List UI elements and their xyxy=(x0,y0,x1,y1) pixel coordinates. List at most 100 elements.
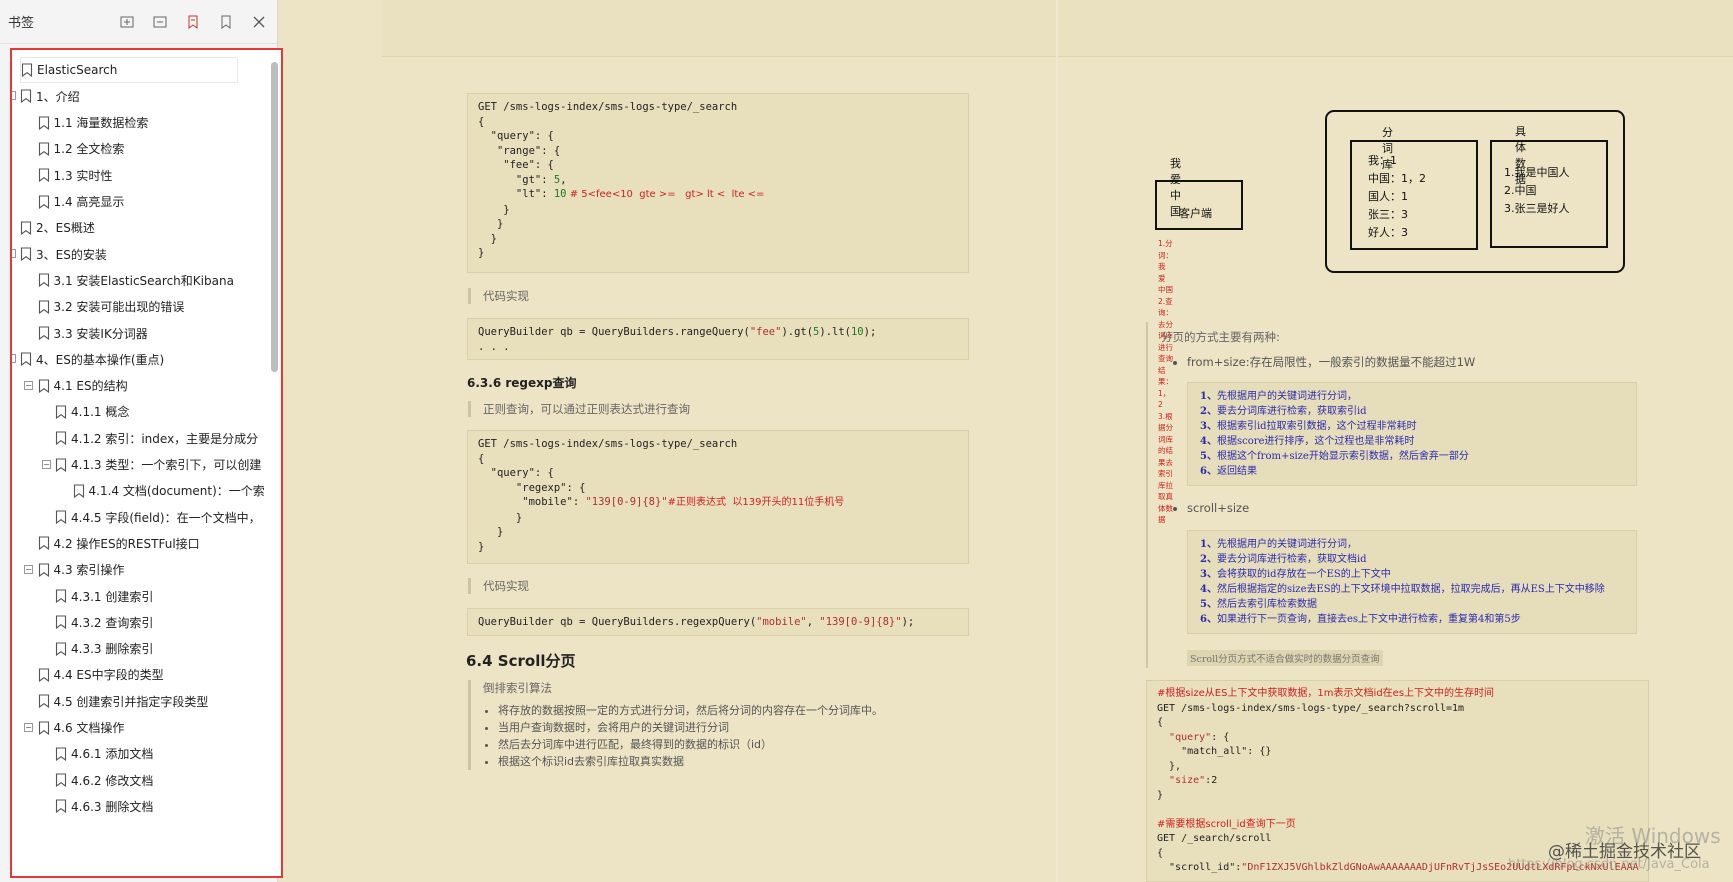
diagram-note-line: 结果：1，2 xyxy=(1158,365,1173,410)
list-item: 将存放的数据按照一定的方式进行分词，然后将分词的内容存在一个分词库中。 xyxy=(498,702,988,719)
bookmark-item[interactable]: 4、ES的基本操作(重点) xyxy=(20,346,164,372)
bookmark-item[interactable]: 3.2 安装可能出现的错误 xyxy=(38,294,184,320)
bookmark-item[interactable]: 4.6.3 删除文档 xyxy=(55,793,153,819)
bookmark-icon xyxy=(55,799,67,814)
bookmark-icon xyxy=(55,642,67,656)
bookmark-icon xyxy=(55,773,67,788)
step-line: 1、先根据用户的关键词进行分词， xyxy=(1200,389,1626,404)
step-number: 6、 xyxy=(1200,614,1217,625)
bookmark-scrollbar-thumb[interactable] xyxy=(271,62,278,372)
tree-expander-icon[interactable] xyxy=(12,249,16,259)
code-string: "139[0-9]{8}" xyxy=(819,616,902,628)
heading-scroll-paging: 6.4 Scroll分页 xyxy=(466,652,576,670)
bookmark-item[interactable]: 4.6 文档操作 xyxy=(38,715,124,741)
code-comment: #根据size从ES上下文中获取数据，1m表示文档id在es上下文中的生存时间 xyxy=(1157,688,1495,699)
bookmark-item[interactable]: 4.4 ES中字段的类型 xyxy=(38,662,164,688)
scroll-size-item: scroll+size xyxy=(1172,500,1249,517)
code-text: { "scroll_id": xyxy=(1157,847,1242,874)
tree-expander-icon[interactable]: − xyxy=(24,564,33,574)
bookmark-icon xyxy=(38,668,50,682)
bookmark-item[interactable]: 4.4.5 字段(field)：在一个文档中， xyxy=(55,504,261,530)
bookmark-item[interactable]: 1.3 实时性 xyxy=(38,162,112,188)
bookmark-item[interactable]: 4.5 创建索引并指定字段类型 xyxy=(38,688,208,714)
code-text: ); xyxy=(901,616,915,628)
tree-expander-icon[interactable]: − xyxy=(42,459,51,469)
bookmark-icon xyxy=(20,221,32,235)
step-line: 6、如果进行下一页查询，直接去es上下文中进行检索，重复第4和第5步 xyxy=(1200,612,1626,627)
bookmark-label: 4.3.2 查询索引 xyxy=(71,615,154,630)
quote-code-impl-2: 代码实现 xyxy=(468,578,529,594)
bookmark-item[interactable]: 4.3.3 删除索引 xyxy=(55,636,153,662)
bookmark-label: 3.1 安装ElasticSearch和Kibana xyxy=(53,273,234,288)
code-string: "mobile" xyxy=(756,616,807,628)
bookmark-item[interactable]: 2、ES概述 xyxy=(20,215,95,241)
step-number: 4、 xyxy=(1200,584,1217,595)
close-icon[interactable] xyxy=(249,12,269,32)
code-text: ).gt( xyxy=(781,326,814,338)
diagram-steps-note: 1.分词：我 爱 中国 2.查询：去分词库进行查询 结果：1，2 3.根据分词库… xyxy=(1158,238,1173,526)
bookmark-item[interactable]: 4.2 操作ES的RESTFul接口 xyxy=(38,530,200,556)
diagram-data-line: 2.中国 xyxy=(1504,184,1537,197)
bookmark-item[interactable]: 4.1.4 文档(document)：一个索 xyxy=(73,478,265,504)
bookmark-item[interactable]: 4.6.2 修改文档 xyxy=(55,767,153,793)
code-text: GET /sms-logs-index/sms-logs-type/_searc… xyxy=(1157,702,1465,714)
inverted-index-list: 将存放的数据按照一定的方式进行分词，然后将分词的内容存在一个分词库中。 当用户查… xyxy=(483,702,988,770)
code-text: QueryBuilder qb = QueryBuilders.regexpQu… xyxy=(478,616,757,628)
step-text: 要去分词库进行检索，获取索引id xyxy=(1216,406,1367,417)
step-number: 1、 xyxy=(1200,391,1217,402)
step-line: 2、要去分词库进行检索，获取文档id xyxy=(1200,552,1626,567)
expand-all-icon[interactable] xyxy=(117,12,137,32)
diagram-dict-box: 我：1 中国：1，2 国人：1 张三：3 好人：3 xyxy=(1350,140,1478,250)
bookmark-panel-title: 书签 xyxy=(8,16,35,31)
bookmark-icon xyxy=(73,484,85,498)
code-block-range: GET /sms-logs-index/sms-logs-type/_searc… xyxy=(467,93,969,273)
bookmark-label: 4.1 ES的结构 xyxy=(53,379,128,394)
step-number: 2、 xyxy=(1200,554,1217,565)
step-line: 3、会将获取的id存放在一个ES的上下文中 xyxy=(1200,567,1626,582)
bookmark-item[interactable]: 3.3 安装IK分词器 xyxy=(38,320,148,346)
bookmark-icon xyxy=(38,536,50,551)
bookmark-item[interactable]: 4.1.2 索引：index，主要是分成分 xyxy=(55,425,258,451)
step-line: 5、根据这个from+size开始显示索引数据，然后舍弃一部分 xyxy=(1200,449,1626,464)
bookmark-item[interactable]: 3、ES的安装 xyxy=(20,241,107,267)
collapse-all-icon[interactable] xyxy=(150,12,170,32)
bookmark-item[interactable]: 1.4 高亮显示 xyxy=(38,189,124,215)
add-bookmark-icon[interactable] xyxy=(183,12,203,32)
tree-expander-icon[interactable] xyxy=(12,91,16,101)
page-divider xyxy=(1056,0,1058,882)
step-number: 3、 xyxy=(1200,421,1217,432)
tree-expander-icon[interactable] xyxy=(12,354,16,364)
step-text: 根据索引id拉取索引数据，这个过程非常耗时 xyxy=(1216,421,1417,432)
bookmark-label: 1.2 全文检索 xyxy=(53,142,125,157)
bookmark-item[interactable]: ElasticSearch xyxy=(20,57,238,83)
code-comment: #正则表达式 以139开头的11位手机号 xyxy=(667,497,845,508)
bookmark-item[interactable]: 1.1 海量数据检索 xyxy=(38,110,148,136)
tree-expander-icon[interactable]: − xyxy=(24,722,33,732)
bookmark-scrollbar[interactable] xyxy=(271,62,279,870)
bookmark-item[interactable]: 3.1 安装ElasticSearch和Kibana xyxy=(38,267,234,293)
tree-expander-icon[interactable]: − xyxy=(24,380,33,390)
bookmark-icon xyxy=(20,247,32,262)
quote-inverted-index-title: 倒排索引算法 xyxy=(483,681,552,695)
diagram-dict-line: 好人：3 xyxy=(1368,226,1408,239)
diagram-dict-line: 张三：3 xyxy=(1368,208,1408,221)
bookmark-item[interactable]: 4.3.1 创建索引 xyxy=(55,583,153,609)
bookmark-item[interactable]: 1、介绍 xyxy=(20,83,80,109)
scroll-steps-box: 1、先根据用户的关键词进行分词， 2、要去分词库进行检索，获取文档id 3、会将… xyxy=(1187,530,1637,634)
bookmark-item[interactable]: 4.1.3 类型：一个索引下，可以创建 xyxy=(55,452,261,478)
bookmark-item[interactable]: 1.2 全文检索 xyxy=(38,136,125,162)
bookmark-label: 2、ES概述 xyxy=(36,221,95,236)
diagram-data-line: 3.张三是好人 xyxy=(1504,202,1570,215)
bookmark-item[interactable]: 4.3.2 查询索引 xyxy=(55,609,153,635)
bookmark-item[interactable]: 4.3 索引操作 xyxy=(38,557,124,583)
step-line: 5、然后去索引库检索数据 xyxy=(1200,597,1626,612)
bookmark-icon[interactable] xyxy=(216,12,236,32)
bookmark-item[interactable]: 4.6.1 添加文档 xyxy=(55,741,153,767)
code-string: "fee" xyxy=(749,326,782,338)
code-text: , xyxy=(806,616,820,628)
step-number: 6、 xyxy=(1200,466,1217,477)
bookmark-item[interactable]: 4.1 ES的结构 xyxy=(38,373,128,399)
code-block-range-java: QueryBuilder qb = QueryBuilders.rangeQue… xyxy=(467,318,969,360)
bookmark-item[interactable]: 4.1.1 概念 xyxy=(55,399,129,425)
quote-inverted-index: 倒排索引算法 将存放的数据按照一定的方式进行分词，然后将分词的内容存在一个分词库… xyxy=(468,680,988,770)
